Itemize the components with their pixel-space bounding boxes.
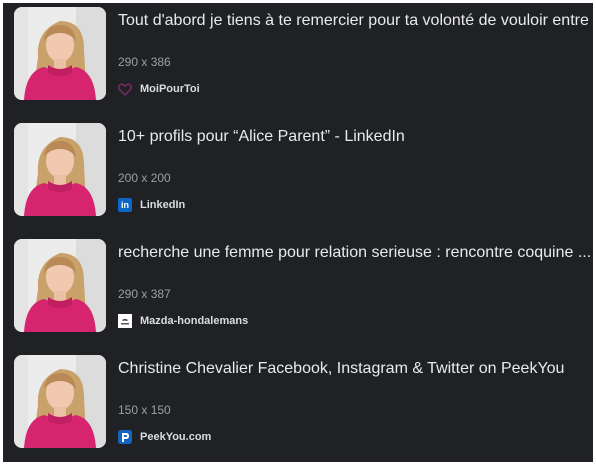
result-thumbnail[interactable] [14,239,106,332]
result-item[interactable]: Tout d'abord je tiens à te remercier pou… [3,3,593,100]
result-item[interactable]: 10+ profils pour “Alice Parent” - Linked… [3,119,593,216]
result-source[interactable]: PeekYou.com [118,428,211,446]
result-thumbnail[interactable] [14,355,106,448]
source-name: MoiPourToi [140,83,200,95]
mazda-logo-icon [118,314,132,328]
result-title[interactable]: Christine Chevalier Facebook, Instagram … [118,359,593,379]
image-dimensions: 290 x 387 [118,287,171,301]
result-source[interactable]: Mazda-hondalemans [118,312,248,330]
result-source[interactable]: in LinkedIn [118,196,185,214]
result-title[interactable]: recherche une femme pour relation serieu… [118,243,593,263]
result-title[interactable]: Tout d'abord je tiens à te remercier pou… [118,11,593,31]
result-title[interactable]: 10+ profils pour “Alice Parent” - Linked… [118,127,593,147]
source-name: LinkedIn [140,199,186,211]
result-thumbnail[interactable] [14,7,106,100]
source-name: Mazda-hondalemans [140,315,249,327]
image-dimensions: 200 x 200 [118,171,171,185]
result-item[interactable]: recherche une femme pour relation serieu… [3,235,593,332]
peekyou-icon [118,430,132,444]
result-item[interactable]: Christine Chevalier Facebook, Instagram … [3,351,593,448]
source-name: PeekYou.com [140,431,212,443]
image-dimensions: 150 x 150 [118,403,171,417]
image-dimensions: 290 x 386 [118,55,171,69]
linkedin-icon: in [118,198,132,212]
result-source[interactable]: MoiPourToi [118,80,200,98]
heart-outline-icon [118,82,132,96]
result-thumbnail[interactable] [14,123,106,216]
image-results-panel: Tout d'abord je tiens à te remercier pou… [3,3,593,462]
